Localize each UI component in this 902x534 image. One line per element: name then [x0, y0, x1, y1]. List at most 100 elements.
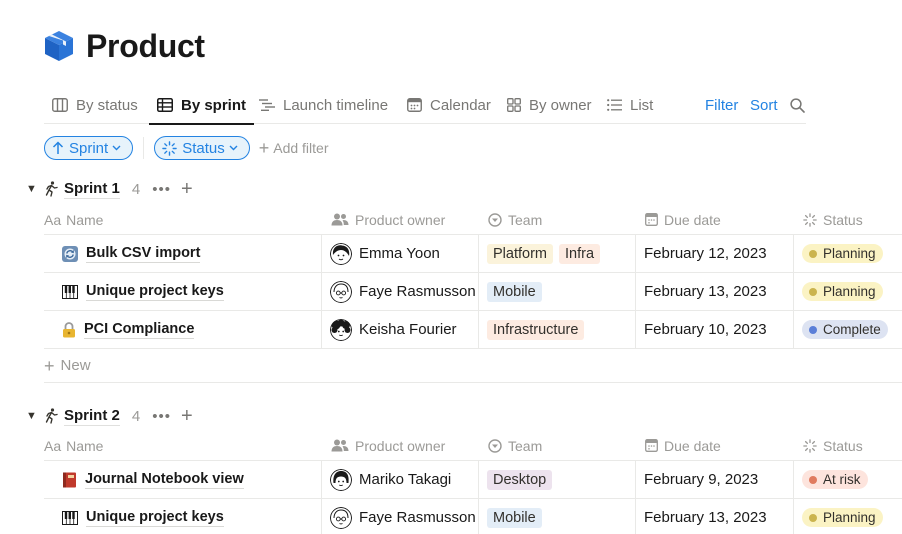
team-cell[interactable]: Mobile: [478, 273, 635, 310]
column-owner[interactable]: Product owner: [321, 205, 478, 234]
row-title[interactable]: Unique project keys: [86, 283, 224, 301]
add-filter-button[interactable]: + Add filter: [259, 139, 329, 157]
tab-by-owner[interactable]: By owner: [507, 86, 592, 124]
table-header: Aa Name Product owner Team Due date Statu…: [44, 431, 902, 461]
calendar-icon: [407, 98, 422, 112]
owner-cell[interactable]: Keisha Fourier: [321, 311, 478, 348]
row-title[interactable]: Bulk CSV import: [86, 245, 201, 263]
collapse-toggle-icon[interactable]: ▼: [26, 183, 44, 195]
view-tabs: By status By sprint Launch timeline Cale…: [44, 86, 806, 125]
add-icon[interactable]: +: [181, 406, 193, 426]
select-icon: [488, 438, 502, 453]
name-cell[interactable]: Journal Notebook view: [44, 461, 321, 498]
team-cell[interactable]: Platform Infra: [478, 235, 635, 272]
name-cell[interactable]: Unique project keys: [44, 499, 321, 534]
name-cell[interactable]: Bulk CSV import: [44, 235, 321, 272]
due-date-cell[interactable]: February 13, 2023: [635, 499, 793, 534]
column-status[interactable]: Status: [793, 431, 902, 460]
more-icon[interactable]: •••: [152, 408, 171, 425]
more-icon[interactable]: •••: [152, 181, 171, 198]
sprint-sort-chip[interactable]: Sprint: [44, 136, 134, 160]
filter-bar: Sprint Status + Add filter: [44, 136, 328, 160]
column-name[interactable]: Aa Name: [44, 205, 321, 234]
runner-icon: [45, 408, 58, 424]
owner-cell[interactable]: Mariko Takagi: [321, 461, 478, 498]
collapse-toggle-icon[interactable]: ▼: [26, 410, 44, 422]
arrow-up-icon: [52, 141, 64, 154]
search-button[interactable]: [790, 86, 805, 124]
status-cell[interactable]: At risk: [793, 461, 902, 498]
due-date-cell[interactable]: February 12, 2023: [635, 235, 793, 272]
status-dot: [809, 249, 817, 258]
status-spinner-icon: [803, 438, 817, 453]
page-title: Product: [86, 27, 205, 64]
tab-by-status[interactable]: By status: [52, 86, 138, 124]
status-cell[interactable]: Planning: [793, 273, 902, 310]
status-cell[interactable]: Planning: [793, 235, 902, 272]
column-status[interactable]: Status: [793, 205, 902, 234]
owner-cell[interactable]: Faye Rasmusson: [321, 499, 478, 534]
board-icon: [52, 98, 68, 112]
column-team[interactable]: Team: [478, 431, 635, 460]
new-row-button[interactable]: + New: [44, 349, 902, 383]
column-team[interactable]: Team: [478, 205, 635, 234]
status-cell[interactable]: Planning: [793, 499, 902, 534]
name-cell[interactable]: PCI Compliance: [44, 311, 321, 348]
tab-by-sprint[interactable]: By sprint: [148, 86, 255, 125]
team-tag: Platform: [487, 243, 553, 264]
team-cell[interactable]: Infrastructure: [478, 311, 635, 348]
status-spinner-icon: [803, 212, 817, 227]
table-sprint-1: Aa Name Product owner Team Due date Statu…: [44, 205, 902, 383]
team-tag: Mobile: [487, 507, 542, 528]
cube-icon[interactable]: [44, 29, 76, 63]
filter-button[interactable]: Filter: [705, 86, 738, 124]
due-date-cell[interactable]: February 9, 2023: [635, 461, 793, 498]
tab-launch-timeline[interactable]: Launch timeline: [259, 86, 388, 124]
gallery-icon: [507, 98, 521, 112]
table-row[interactable]: Unique project keys Faye Rasmusson Mobil…: [44, 273, 902, 311]
team-cell[interactable]: Mobile: [478, 499, 635, 534]
due-date-cell[interactable]: February 13, 2023: [635, 273, 793, 310]
column-due-date[interactable]: Due date: [635, 205, 793, 234]
add-icon[interactable]: +: [181, 179, 193, 199]
group-count: 4: [131, 407, 141, 425]
due-date-cell[interactable]: February 10, 2023: [635, 311, 793, 348]
group-count: 4: [131, 180, 141, 198]
owner-cell[interactable]: Faye Rasmusson: [321, 273, 478, 310]
column-due-date[interactable]: Due date: [635, 431, 793, 460]
piano-icon: [62, 510, 78, 525]
row-title[interactable]: PCI Compliance: [84, 321, 195, 339]
column-name[interactable]: Aa Name: [44, 431, 321, 460]
tab-label: By status: [76, 96, 138, 114]
avatar: [330, 318, 352, 341]
row-title[interactable]: Journal Notebook view: [85, 471, 244, 489]
table-row[interactable]: Bulk CSV import Emma Yoon Platform Infra…: [44, 235, 902, 273]
table-row[interactable]: PCI Compliance Keisha Fourier Infrastruc…: [44, 311, 902, 349]
status-filter-chip[interactable]: Status: [154, 136, 250, 160]
table-row[interactable]: Journal Notebook view Mariko Takagi Desk…: [44, 461, 902, 499]
table-sprint-2: Aa Name Product owner Team Due date Statu…: [44, 431, 902, 534]
timeline-icon: [259, 99, 275, 111]
team-cell[interactable]: Desktop: [478, 461, 635, 498]
tab-calendar[interactable]: Calendar: [407, 86, 491, 124]
select-icon: [488, 212, 502, 227]
owner-cell[interactable]: Emma Yoon: [321, 235, 478, 272]
sort-button[interactable]: Sort: [750, 86, 778, 124]
text-property-icon: Aa: [44, 211, 62, 228]
group-name[interactable]: Sprint 2: [64, 407, 120, 426]
row-title[interactable]: Unique project keys: [86, 509, 224, 527]
due-date: February 13, 2023: [644, 509, 767, 526]
group-name[interactable]: Sprint 1: [64, 180, 120, 199]
team-tag: Infra: [559, 243, 601, 264]
team-tag: Mobile: [487, 281, 542, 302]
table-icon: [157, 98, 173, 112]
calendar-icon: [645, 439, 658, 452]
column-owner[interactable]: Product owner: [321, 431, 478, 460]
status-cell[interactable]: Complete: [793, 311, 902, 348]
tab-list[interactable]: List: [607, 86, 653, 124]
lock-icon: [63, 321, 75, 337]
name-cell[interactable]: Unique project keys: [44, 273, 321, 310]
status-spinner-icon: [162, 140, 177, 156]
table-row[interactable]: Unique project keys Faye Rasmusson Mobil…: [44, 499, 902, 534]
plus-icon: +: [44, 355, 55, 376]
